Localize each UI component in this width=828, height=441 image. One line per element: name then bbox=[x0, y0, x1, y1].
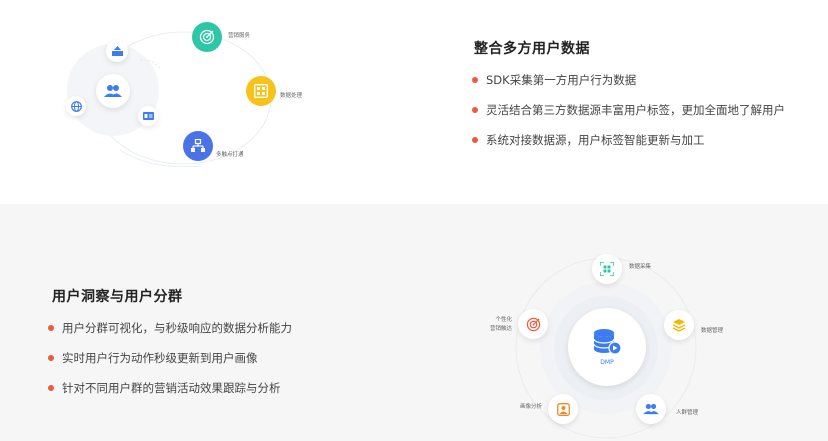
bullet-dot bbox=[472, 137, 478, 143]
bullet-dot bbox=[48, 385, 54, 391]
database-icon bbox=[592, 328, 622, 356]
bullet-dot bbox=[472, 107, 478, 113]
label-data-process: 数据处理 bbox=[280, 93, 303, 99]
globe-node bbox=[66, 96, 86, 116]
personal-marketing-node bbox=[518, 309, 548, 339]
label-data-collect: 数据采集 bbox=[629, 264, 652, 270]
target-icon bbox=[199, 29, 215, 45]
crowd-manage-node bbox=[636, 394, 666, 424]
section2-title: 用户洞察与用户分群 bbox=[52, 289, 183, 305]
data-process-node bbox=[246, 76, 276, 106]
users-center-node bbox=[96, 74, 130, 108]
label-personal-1: 个性化 bbox=[495, 317, 512, 323]
dmp-label: DMP bbox=[600, 359, 614, 366]
list-item: 实时用户行为动作秒级更新到用户画像 bbox=[48, 350, 292, 380]
id-card-icon bbox=[142, 112, 154, 120]
dmp-center-node: DMP bbox=[568, 308, 646, 386]
users-icon bbox=[643, 403, 659, 415]
bullet-dot bbox=[48, 325, 54, 331]
bullet-dot bbox=[48, 355, 54, 361]
section-integrate-data: 营销服务 数据处理 多触点打通 整合多方用户数据 SDK采集第一方用户行为数据 … bbox=[0, 0, 828, 204]
portrait-analysis-node bbox=[548, 394, 578, 424]
id-card-node bbox=[138, 106, 158, 126]
upload-tray-icon bbox=[111, 46, 123, 56]
dmp-diagram: DMP 数据采集 数据管理 人群管理 画像分析 个性化 营销触达 bbox=[440, 204, 828, 441]
label-multi-channel: 多触点打通 bbox=[216, 152, 244, 158]
bullet-dot bbox=[472, 77, 478, 83]
upload-node bbox=[106, 40, 128, 62]
label-marketing-service: 营销服务 bbox=[228, 33, 251, 39]
list-item: SDK采集第一方用户行为数据 bbox=[472, 72, 785, 102]
list-item: 用户分群可视化，与秒级响应的数据分析能力 bbox=[48, 320, 292, 350]
globe-icon bbox=[70, 100, 82, 112]
section1-bullet-list: SDK采集第一方用户行为数据 灵活结合第三方数据源丰富用户标签，更加全面地了解用… bbox=[472, 72, 785, 162]
data-manage-node bbox=[664, 310, 694, 340]
list-item: 灵活结合第三方数据源丰富用户标签，更加全面地了解用户 bbox=[472, 102, 785, 132]
users-icon bbox=[104, 84, 122, 98]
list-item: 系统对接数据源，用户标签智能更新与加工 bbox=[472, 132, 785, 162]
label-data-manage: 数据管理 bbox=[701, 328, 724, 334]
section2-bullet-list: 用户分群可视化，与秒级响应的数据分析能力 实时用户行为动作秒级更新到用户画像 针… bbox=[48, 320, 292, 410]
portrait-icon bbox=[556, 402, 570, 416]
data-integration-diagram: 营销服务 数据处理 多触点打通 bbox=[0, 0, 420, 204]
multi-channel-node bbox=[183, 131, 213, 161]
label-portrait-analysis: 画像分析 bbox=[519, 404, 542, 410]
label-personal-2: 营销触达 bbox=[489, 326, 512, 332]
data-collect-node bbox=[592, 254, 622, 284]
grid-box-icon bbox=[254, 84, 268, 98]
marketing-service-node bbox=[192, 22, 222, 52]
layers-icon bbox=[672, 318, 686, 332]
hierarchy-icon bbox=[191, 139, 205, 153]
label-crowd-manage: 人群管理 bbox=[676, 410, 699, 416]
target-icon bbox=[526, 317, 541, 332]
section-user-insight: 用户洞察与用户分群 用户分群可视化，与秒级响应的数据分析能力 实时用户行为动作秒… bbox=[0, 204, 828, 441]
section1-title: 整合多方用户数据 bbox=[474, 41, 590, 57]
qr-scan-icon bbox=[600, 262, 614, 276]
list-item: 针对不同用户群的营销活动效果跟踪与分析 bbox=[48, 380, 292, 410]
